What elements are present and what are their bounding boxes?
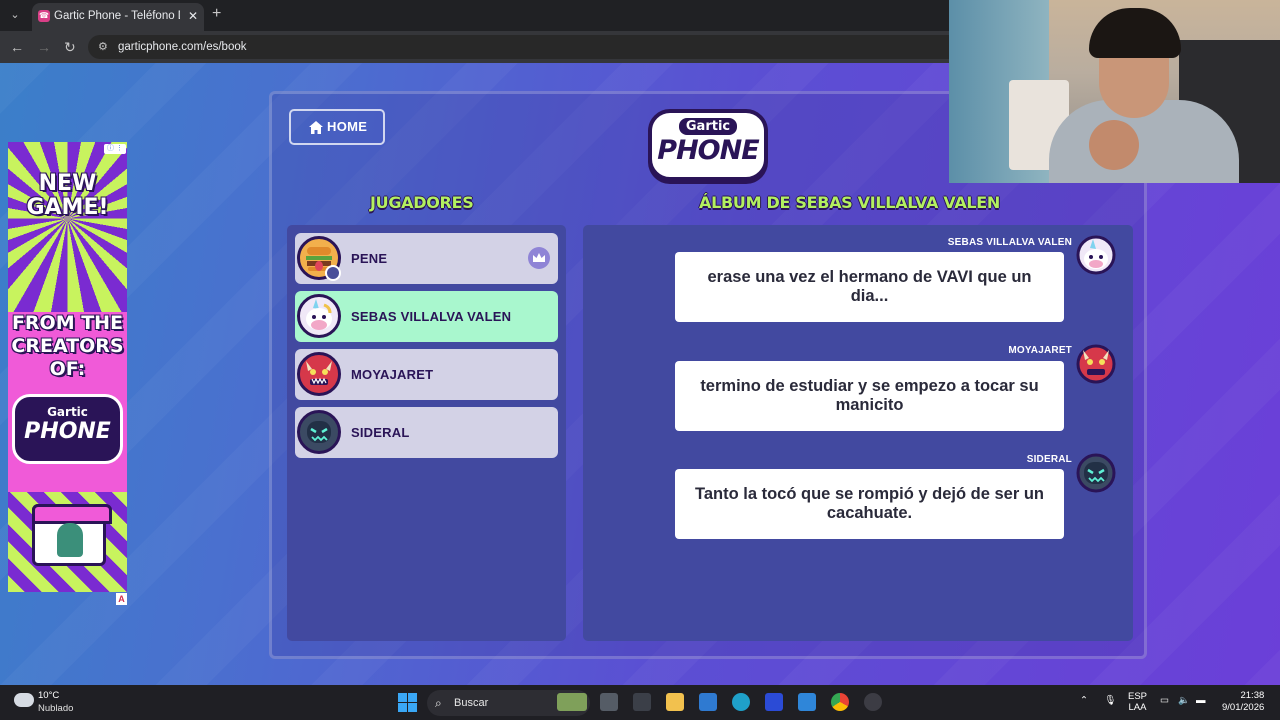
red-monster-avatar-icon	[297, 352, 341, 396]
new-tab-icon[interactable]: +	[212, 5, 221, 23]
microphone-icon[interactable]: 🎙	[1104, 695, 1116, 706]
webcam-person-hair	[1089, 8, 1181, 58]
ad-logo-bottom: PHONE	[24, 419, 111, 444]
logo-bottom-text: PHONE	[657, 135, 759, 166]
gartic-favicon-icon: ☎	[38, 10, 50, 22]
message-author: MOYAJARET	[1008, 345, 1072, 356]
paint-icon[interactable]	[798, 693, 816, 711]
show-hidden-icons-icon[interactable]: ⌃	[1080, 695, 1088, 706]
red-monster-avatar-icon	[1076, 344, 1116, 384]
edge-icon[interactable]	[732, 693, 750, 711]
player-name: SEBAS VILLALVA VALEN	[351, 309, 512, 324]
ad-gartic-logo: Gartic PHONE	[12, 394, 123, 464]
player-name: SIDERAL	[351, 425, 410, 440]
settings-icon[interactable]	[864, 693, 882, 711]
search-placeholder: Buscar	[454, 697, 489, 709]
forward-icon[interactable]: →	[37, 39, 51, 55]
calendar-icon	[32, 504, 112, 566]
home-button-label: HOME	[327, 119, 368, 134]
player-row-pene[interactable]: PENE	[295, 233, 558, 284]
cloud-icon[interactable]	[14, 693, 34, 707]
ad-subline: FROM THE CREATORS OF:	[11, 312, 124, 380]
player-name: MOYAJARET	[351, 367, 434, 382]
tab-title: Gartic Phone - Teléfono Descon	[54, 10, 180, 22]
unicorn-avatar-icon	[1076, 235, 1116, 275]
dark-robot-avatar-icon	[297, 410, 341, 454]
file-explorer-icon[interactable]	[666, 693, 684, 711]
players-heading: JUGADORES	[370, 193, 474, 212]
language-indicator[interactable]: ESP LAA	[1128, 691, 1147, 713]
volume-icon[interactable]: 🔈	[1178, 695, 1190, 706]
unicorn-avatar-icon	[297, 294, 341, 338]
widget-icon[interactable]	[557, 693, 587, 711]
task-view-icon[interactable]	[600, 693, 618, 711]
tab-close-icon[interactable]: ✕	[188, 3, 198, 29]
side-advertisement[interactable]: NEW GAME! FROM THE CREATORS OF: Gartic P…	[8, 142, 127, 592]
windows-taskbar: 10°C Nublado ⌕ Buscar ⌃ 🎙 ESP LAA ▭ 🔈 ▬ …	[0, 685, 1280, 720]
player-row-sideral[interactable]: SIDERAL	[295, 407, 558, 458]
album-heading: ÁLBUM DE SEBAS VILLALVA VALEN	[699, 193, 1001, 212]
user-badge-icon	[325, 265, 341, 281]
back-icon[interactable]: ←	[10, 39, 24, 55]
clock-date: 9/01/2026	[1222, 702, 1265, 713]
home-icon	[309, 121, 323, 134]
url-text: garticphone.com/es/book	[118, 41, 247, 53]
battery-icon[interactable]: ▬	[1196, 695, 1206, 706]
player-row-moyajaret[interactable]: MOYAJARET	[295, 349, 558, 400]
ad-burst-graphic	[8, 142, 127, 312]
person-illustration	[57, 523, 83, 557]
clock-time: 21:38	[1240, 690, 1265, 701]
tab-search-icon[interactable]: ⌄	[6, 6, 24, 24]
keyboard-layout: LAA	[1128, 702, 1147, 713]
webcam-overlay	[949, 0, 1280, 183]
ad-headline: NEW GAME!	[26, 171, 109, 220]
ad-info-icon[interactable]: ⓘ ⋮	[104, 144, 126, 154]
browser-tab[interactable]: ☎ Gartic Phone - Teléfono Descon ✕	[32, 3, 204, 31]
dark-robot-avatar-icon	[1076, 453, 1116, 493]
logo-top-text: Gartic	[679, 118, 737, 135]
reload-icon[interactable]: ↻	[64, 39, 76, 55]
start-button-icon[interactable]	[398, 693, 417, 712]
message-author: SEBAS VILLALVA VALEN	[947, 237, 1072, 248]
chrome-icon[interactable]	[831, 693, 849, 711]
host-crown-icon	[528, 247, 550, 269]
player-name: PENE	[351, 251, 388, 266]
address-bar[interactable]: ⚙ garticphone.com/es/book	[88, 35, 968, 59]
search-icon: ⌕	[435, 696, 442, 710]
malwarebytes-icon[interactable]	[765, 693, 783, 711]
weather-description[interactable]: Nublado	[38, 703, 73, 714]
site-info-icon[interactable]: ⚙	[98, 35, 108, 59]
album-message: erase una vez el hermano de VAVI que un …	[675, 252, 1064, 322]
language-code: ESP	[1128, 691, 1148, 702]
player-row-sebas[interactable]: SEBAS VILLALVA VALEN	[295, 291, 558, 342]
webcam-person-hand	[1089, 120, 1139, 170]
taskbar-clock[interactable]: 21:38 9/01/2026	[1222, 690, 1264, 714]
weather-temperature[interactable]: 10°C	[38, 690, 59, 701]
network-icon[interactable]: ▭	[1160, 695, 1169, 706]
gartic-phone-logo: Gartic PHONE	[648, 109, 768, 181]
album-message: Tanto la tocó que se rompió y dejó de se…	[675, 469, 1064, 539]
album-message: termino de estudiar y se empezo a tocar …	[675, 361, 1064, 431]
ad-choice-badge[interactable]: A	[116, 593, 127, 605]
ad-logo-top: Gartic	[47, 405, 88, 419]
app-icon[interactable]	[633, 693, 651, 711]
home-button[interactable]: HOME	[289, 109, 385, 145]
message-author: SIDERAL	[1026, 454, 1072, 465]
store-icon[interactable]	[699, 693, 717, 711]
